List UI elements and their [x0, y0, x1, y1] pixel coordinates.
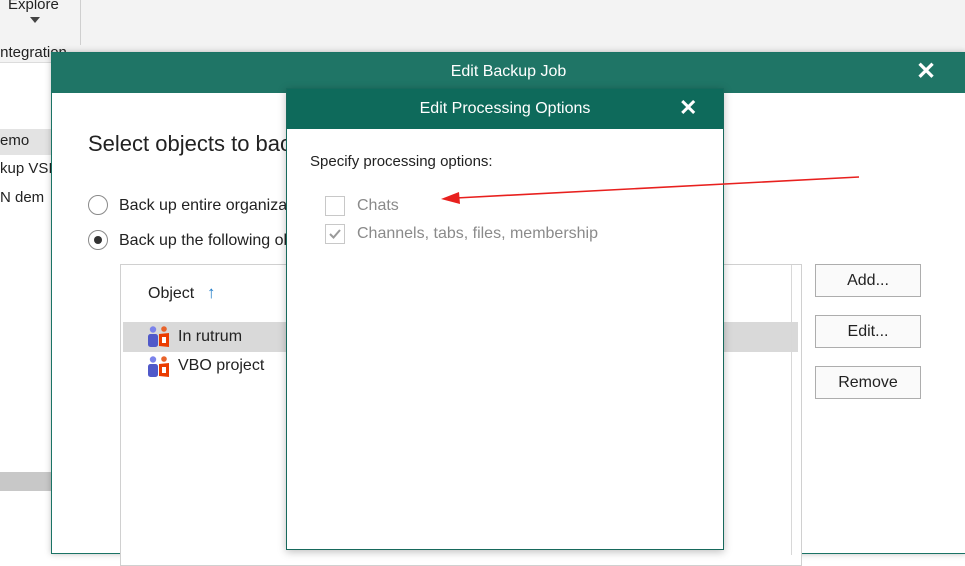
- teams-icon: [148, 356, 169, 377]
- explore-button[interactable]: Explore: [0, 0, 81, 45]
- sort-ascending-icon[interactable]: ↑: [207, 283, 216, 303]
- radio-selected-dot: [94, 236, 102, 244]
- dialog-prompt: Specify processing options:: [310, 153, 493, 170]
- edit-processing-options-dialog: Edit Processing Options ✕ Specify proces…: [286, 88, 724, 550]
- background-list-item[interactable]: emo: [0, 132, 29, 149]
- radio-following-objects[interactable]: [88, 230, 108, 250]
- list-scrollbar[interactable]: [791, 265, 792, 555]
- channels-checkbox[interactable]: [325, 224, 345, 244]
- dialog-title: Edit Processing Options: [419, 100, 591, 117]
- chats-checkbox-label[interactable]: Chats: [357, 197, 399, 215]
- checkmark-icon: [329, 229, 341, 239]
- radio-label-entire-organization[interactable]: Back up entire organization: [119, 197, 313, 215]
- chevron-down-icon: [30, 17, 40, 23]
- teams-icon: [148, 326, 169, 347]
- list-item-label: VBO project: [178, 357, 265, 374]
- background-list-item[interactable]: N dem: [0, 189, 44, 206]
- channels-checkbox-label[interactable]: Channels, tabs, files, membership: [357, 225, 598, 243]
- close-icon[interactable]: ✕: [679, 97, 697, 119]
- add-button[interactable]: Add...: [815, 264, 921, 297]
- close-icon[interactable]: ✕: [916, 60, 936, 84]
- edit-button[interactable]: Edit...: [815, 315, 921, 348]
- explore-label: Explore: [8, 0, 59, 13]
- remove-button[interactable]: Remove: [815, 366, 921, 399]
- chats-checkbox[interactable]: [325, 196, 345, 216]
- radio-entire-organization[interactable]: [88, 195, 108, 215]
- background-list-item[interactable]: kup VSI: [0, 160, 53, 177]
- list-item-label: In rutrum: [178, 328, 243, 345]
- dialog-title-bar[interactable]: Edit Processing Options ✕: [287, 89, 723, 129]
- window-title: Edit Backup Job: [450, 63, 567, 80]
- column-header-object[interactable]: Object: [148, 285, 194, 303]
- window-title-bar[interactable]: Edit Backup Job ✕: [52, 53, 965, 93]
